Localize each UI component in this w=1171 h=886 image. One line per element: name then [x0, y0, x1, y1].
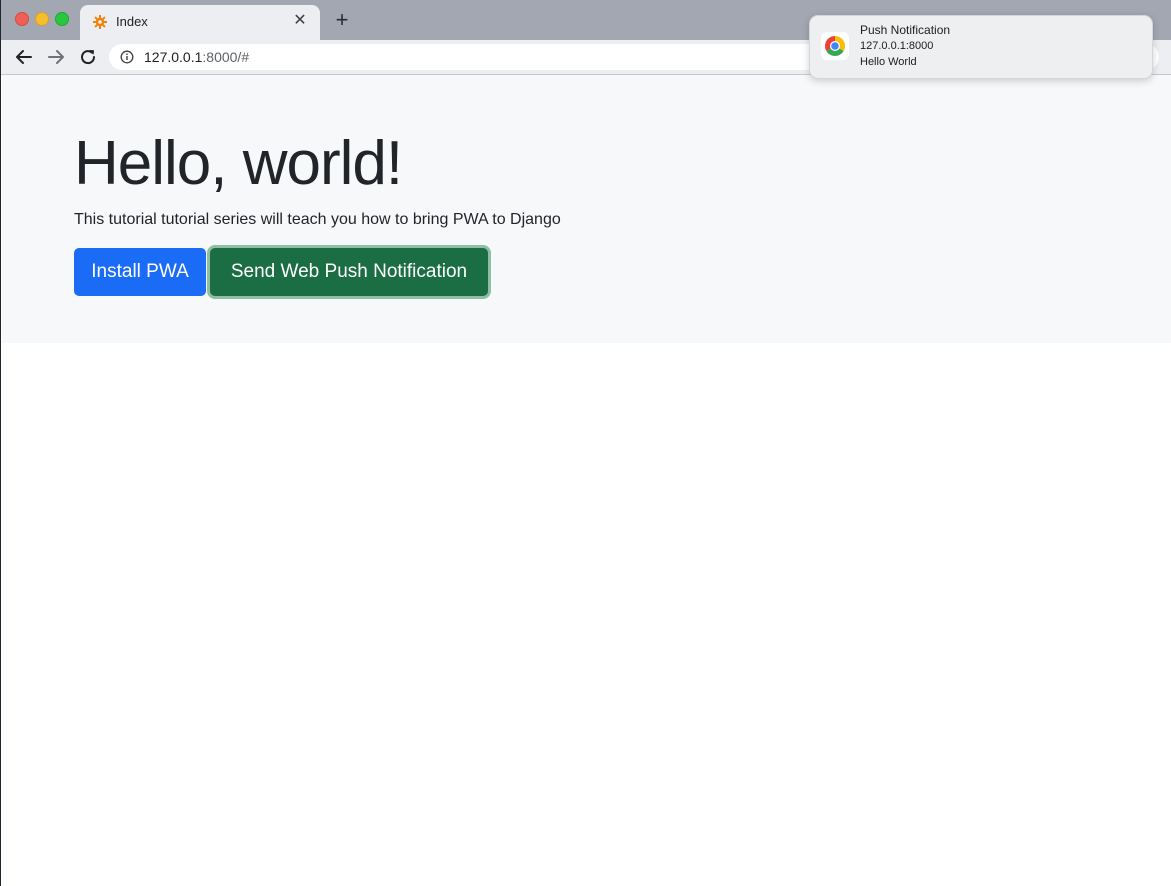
page-title: Hello, world!: [74, 129, 403, 198]
new-tab-button[interactable]: +: [331, 9, 353, 31]
notification-title: Push Notification: [860, 23, 951, 37]
close-tab-icon[interactable]: ✕: [290, 11, 310, 31]
close-window-button[interactable]: [15, 12, 29, 26]
minimize-window-button[interactable]: [35, 12, 49, 26]
push-notification[interactable]: Push Notification 127.0.0.1:8000 Hello W…: [809, 15, 1153, 79]
info-icon[interactable]: [120, 50, 134, 64]
notification-origin: 127.0.0.1:8000: [860, 40, 934, 52]
chrome-icon: [821, 32, 849, 60]
url-path: :8000/#: [202, 49, 250, 65]
url-host: 127.0.0.1: [144, 49, 203, 65]
gear-favicon-icon: [93, 15, 107, 29]
tab-title: Index: [116, 14, 148, 29]
back-arrow-icon[interactable]: [14, 48, 34, 66]
send-push-notification-button[interactable]: Send Web Push Notification: [210, 248, 488, 296]
lead-text: This tutorial tutorial series will teach…: [74, 211, 561, 228]
reload-icon[interactable]: [79, 48, 99, 66]
notification-body: Hello World: [860, 56, 917, 68]
tab-index[interactable]: Index ✕: [80, 5, 320, 40]
install-pwa-button[interactable]: Install PWA: [74, 248, 206, 296]
jumbotron: Hello, world! This tutorial tutorial ser…: [2, 75, 1171, 343]
forward-arrow-icon[interactable]: [46, 48, 66, 66]
url-text: 127.0.0.1:8000/#: [144, 49, 249, 65]
maximize-window-button[interactable]: [55, 12, 69, 26]
